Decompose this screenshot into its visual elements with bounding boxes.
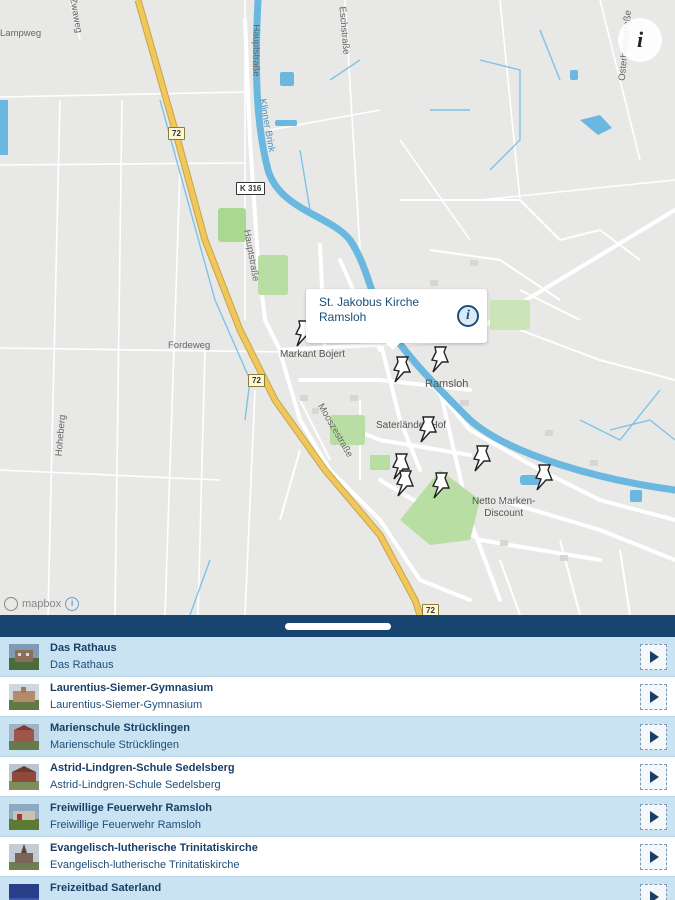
callout-info-icon[interactable]: i — [457, 305, 479, 327]
list-item-title: Marienschule Strücklingen — [50, 722, 190, 734]
thumbnail-image — [9, 644, 39, 670]
map-view[interactable]: Hauptstraße Eschstraße Hauptstraße Forde… — [0, 0, 675, 615]
map-pin-icon[interactable] — [427, 470, 455, 500]
road-shield: K 316 — [236, 182, 266, 195]
list-item[interactable]: Das Rathaus Das Rathaus — [0, 637, 675, 677]
callout-title: St. Jakobus Kirche Ramsloh — [319, 295, 420, 324]
play-arrow-icon — [650, 811, 659, 823]
list-item-title: Das Rathaus — [50, 642, 117, 654]
map-pin-icon[interactable] — [388, 354, 416, 384]
place-list[interactable]: Das Rathaus Das Rathaus Laurentius-Sieme… — [0, 637, 675, 900]
poi-label: Markant Bojert — [280, 349, 346, 360]
mapbox-logo-icon — [4, 597, 18, 611]
list-item[interactable]: Freizeitbad Saterland — [0, 877, 675, 900]
map-pin-icon[interactable] — [468, 443, 496, 473]
map-pin-icon[interactable] — [426, 344, 454, 374]
list-item-subtitle: Das Rathaus — [50, 659, 114, 671]
street-label: Fordeweg — [168, 340, 211, 351]
map-callout[interactable]: St. Jakobus Kirche Ramsloh i — [306, 289, 487, 350]
open-detail-button[interactable] — [640, 684, 667, 710]
list-item[interactable]: Astrid-Lindgren-Schule Sedelsberg Astrid… — [0, 757, 675, 797]
play-arrow-icon — [650, 691, 659, 703]
map-pin-icon[interactable] — [530, 462, 558, 492]
play-arrow-icon — [650, 651, 659, 663]
map-pin-icon[interactable] — [414, 414, 442, 444]
open-detail-button[interactable] — [640, 844, 667, 870]
thumbnail-image — [9, 764, 39, 790]
open-detail-button[interactable] — [640, 764, 667, 790]
list-item-title: Evangelisch-lutherische Trinitatiskirche — [50, 842, 258, 854]
play-arrow-icon — [650, 731, 659, 743]
street-label: Hauptstraße — [250, 24, 262, 77]
poi-label: Ramsloh — [425, 378, 469, 390]
list-item-subtitle: Evangelisch-lutherische Trinitatiskirche — [50, 859, 240, 871]
thumbnail-image — [9, 724, 39, 750]
play-arrow-icon — [650, 851, 659, 863]
road-shield: 72 — [168, 127, 185, 140]
street-label: Lampweg — [0, 28, 42, 39]
open-detail-button[interactable] — [640, 804, 667, 830]
list-item-title: Astrid-Lindgren-Schule Sedelsberg — [50, 762, 235, 774]
list-item-subtitle: Freiwillige Feuerwehr Ramsloh — [50, 819, 201, 831]
drawer-handle-bar[interactable] — [0, 615, 675, 637]
thumbnail-image — [9, 804, 39, 830]
list-item[interactable]: Evangelisch-lutherische Trinitatiskirche… — [0, 837, 675, 877]
list-item-subtitle: Laurentius-Siemer-Gymnasium — [50, 699, 203, 711]
thumbnail-image — [9, 844, 39, 870]
play-arrow-icon — [650, 771, 659, 783]
attribution-info-icon[interactable]: i — [65, 597, 80, 611]
map-attribution: mapbox i — [4, 597, 80, 611]
poi-label: Netto Marken- Discount — [472, 496, 536, 519]
road-shield: 72 — [422, 604, 439, 615]
list-item-title: Laurentius-Siemer-Gymnasium — [50, 682, 214, 694]
open-detail-button[interactable] — [640, 884, 667, 900]
callout-tail — [386, 343, 400, 350]
map-pin-icon[interactable] — [391, 468, 419, 498]
list-item[interactable]: Laurentius-Siemer-Gymnasium Laurentius-S… — [0, 677, 675, 717]
thumbnail-image — [9, 884, 39, 900]
open-detail-button[interactable] — [640, 724, 667, 750]
list-item-subtitle: Astrid-Lindgren-Schule Sedelsberg — [50, 779, 221, 791]
attribution-text: mapbox — [22, 598, 62, 610]
thumbnail-image — [9, 684, 39, 710]
info-button-icon[interactable]: i — [618, 18, 662, 62]
list-item-title: Freiwillige Feuerwehr Ramsloh — [50, 802, 212, 814]
list-item-subtitle: Marienschule Strücklingen — [50, 739, 180, 751]
list-item-title: Freizeitbad Saterland — [50, 882, 162, 894]
drawer-grip[interactable] — [285, 623, 391, 630]
list-item[interactable]: Freiwillige Feuerwehr Ramsloh Freiwillig… — [0, 797, 675, 837]
open-detail-button[interactable] — [640, 644, 667, 670]
list-item[interactable]: Marienschule Strücklingen Marienschule S… — [0, 717, 675, 757]
play-arrow-icon — [650, 891, 659, 900]
road-shield: 72 — [248, 374, 265, 387]
